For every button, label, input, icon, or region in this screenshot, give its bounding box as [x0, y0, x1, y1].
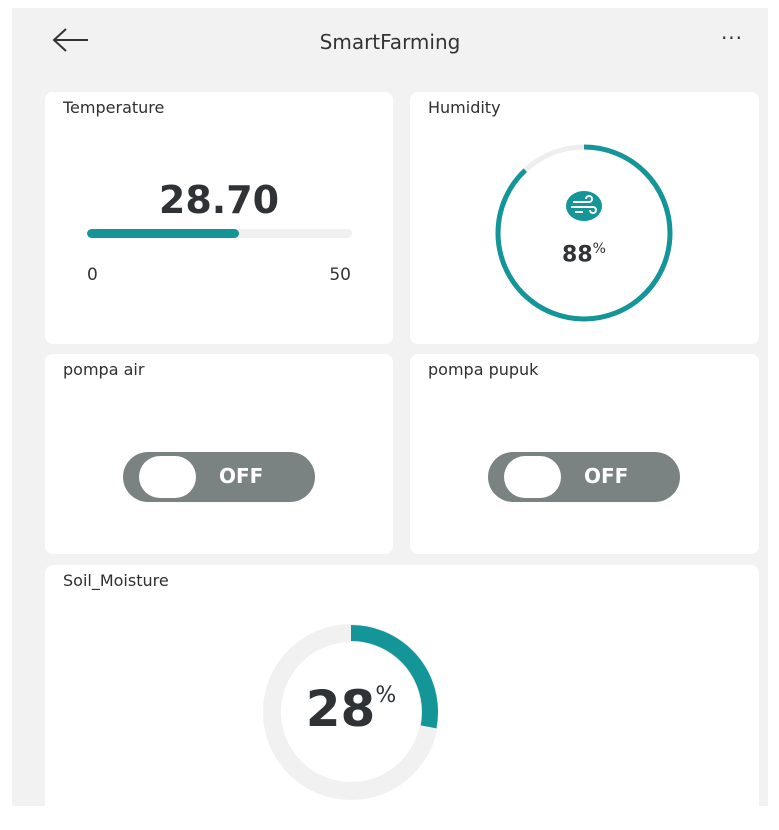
pompa-pupuk-label: pompa pupuk [428, 360, 539, 379]
toggle-state: OFF [219, 464, 264, 488]
temperature-value: 28.70 [158, 178, 280, 222]
pompa-air-label: pompa air [63, 360, 145, 379]
humidity-unit: % [592, 241, 606, 257]
humidity-gauge: 88% [494, 144, 674, 322]
app-header: SmartFarming ··· [12, 8, 768, 86]
pompa-pupuk-card: pompa pupuk OFF [410, 354, 759, 554]
humidity-value-text: 88% [494, 241, 674, 267]
toggle-knob [139, 456, 196, 498]
pompa-air-toggle[interactable]: OFF [123, 452, 315, 502]
pompa-pupuk-toggle[interactable]: OFF [488, 452, 680, 502]
temperature-min: 0 [87, 265, 98, 285]
temperature-label: Temperature [63, 98, 165, 117]
humidity-value: 88 [562, 242, 593, 268]
more-horizontal-icon: ··· [720, 26, 744, 50]
soil-moisture-card: Soil_Moisture 28% [45, 565, 759, 818]
wind-icon [565, 190, 603, 222]
toggle-knob [504, 456, 561, 498]
soil-moisture-gauge: 28% [262, 623, 440, 801]
humidity-card: Humidity 88% [410, 92, 759, 344]
temperature-card: Temperature 28.70 0 50 [45, 92, 393, 344]
temperature-bar-fill [87, 229, 240, 238]
app-screen: SmartFarming ··· Temperature 28.70 0 50 … [12, 8, 768, 818]
temperature-max: 50 [329, 265, 351, 285]
soil-moisture-value-text: 28% [262, 680, 440, 738]
humidity-label: Humidity [428, 98, 501, 117]
toggle-state: OFF [584, 464, 629, 488]
page-title: SmartFarming [319, 30, 461, 54]
humidity-gauge-arc [495, 144, 673, 322]
pompa-air-card: pompa air OFF [45, 354, 393, 554]
more-options-button[interactable]: ··· [712, 26, 752, 54]
soil-moisture-label: Soil_Moisture [63, 571, 169, 590]
soil-moisture-value: 28 [305, 680, 376, 738]
temperature-bar [87, 229, 352, 238]
soil-moisture-unit: % [375, 683, 397, 709]
